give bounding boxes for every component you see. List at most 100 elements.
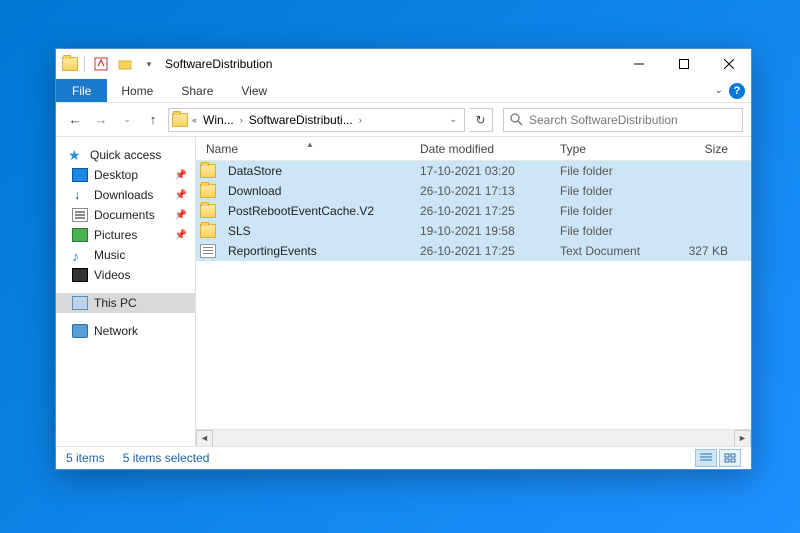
file-list: DataStore 17-10-2021 03:20 File folder D…: [196, 161, 751, 261]
file-type: File folder: [560, 184, 670, 198]
customize-qat-icon[interactable]: ▾: [139, 54, 159, 74]
pin-icon: 📌: [175, 170, 187, 181]
file-row[interactable]: ReportingEvents 26-10-2021 17:25 Text Do…: [196, 241, 751, 261]
address-dropdown-icon[interactable]: ⌄: [445, 114, 461, 125]
file-name: SLS: [222, 224, 420, 238]
status-item-count: 5 items: [66, 451, 105, 465]
nav-videos[interactable]: Videos: [56, 265, 195, 285]
nav-quick-access[interactable]: ★ Quick access: [56, 145, 195, 165]
pin-icon: 📌: [175, 190, 187, 201]
file-row[interactable]: PostRebootEventCache.V2 26-10-2021 17:25…: [196, 201, 751, 221]
home-tab[interactable]: Home: [107, 79, 167, 102]
search-icon: [510, 113, 523, 126]
column-header-name[interactable]: ▲ Name: [200, 142, 420, 156]
nav-label: This PC: [94, 296, 137, 310]
collapse-ribbon-icon[interactable]: ⌄: [715, 85, 723, 96]
sort-ascending-icon: ▲: [306, 140, 314, 149]
downloads-icon: [72, 188, 88, 202]
maximize-button[interactable]: [661, 49, 706, 79]
file-row[interactable]: DataStore 17-10-2021 03:20 File folder: [196, 161, 751, 181]
file-type: File folder: [560, 204, 670, 218]
details-view-button[interactable]: [695, 449, 717, 467]
scroll-right-icon[interactable]: ►: [734, 430, 751, 447]
refresh-button[interactable]: ↻: [469, 108, 493, 132]
video-icon: [72, 268, 88, 282]
new-folder-icon[interactable]: [115, 54, 135, 74]
scrollbar-track[interactable]: [213, 430, 734, 447]
file-size: 327 KB: [670, 244, 738, 258]
file-row[interactable]: Download 26-10-2021 17:13 File folder: [196, 181, 751, 201]
help-icon[interactable]: ?: [729, 83, 745, 99]
file-date: 17-10-2021 03:20: [420, 164, 560, 178]
search-input[interactable]: [529, 113, 736, 127]
nav-documents[interactable]: Documents 📌: [56, 205, 195, 225]
back-button[interactable]: ←: [64, 109, 86, 131]
folder-icon: [62, 57, 78, 71]
file-date: 26-10-2021 17:25: [420, 204, 560, 218]
large-icons-view-button[interactable]: [719, 449, 741, 467]
chevron-right-icon: ›: [240, 115, 243, 125]
ribbon: File Home Share View ⌄ ?: [56, 79, 751, 103]
quick-access-toolbar: ▾: [56, 54, 159, 74]
empty-area[interactable]: [196, 261, 751, 429]
folder-icon: [200, 204, 216, 218]
nav-music[interactable]: ♪ Music: [56, 245, 195, 265]
nav-network[interactable]: Network: [56, 321, 195, 341]
nav-label: Videos: [94, 268, 130, 282]
column-label: Name: [206, 142, 238, 156]
up-button[interactable]: ↑: [142, 109, 164, 131]
nav-label: Documents: [94, 208, 155, 222]
file-date: 26-10-2021 17:13: [420, 184, 560, 198]
network-icon: [72, 324, 88, 338]
nav-label: Desktop: [94, 168, 138, 182]
scroll-left-icon[interactable]: ◄: [196, 430, 213, 447]
nav-label: Quick access: [90, 148, 161, 162]
breadcrumb-segment[interactable]: Win...: [201, 113, 236, 127]
horizontal-scrollbar[interactable]: ◄ ►: [196, 429, 751, 446]
text-file-icon: [200, 244, 216, 258]
nav-desktop[interactable]: Desktop 📌: [56, 165, 195, 185]
file-date: 19-10-2021 19:58: [420, 224, 560, 238]
nav-pictures[interactable]: Pictures 📌: [56, 225, 195, 245]
this-pc-icon: [72, 296, 88, 310]
recent-locations-icon[interactable]: ⌄: [116, 109, 138, 131]
chevron-left-icon[interactable]: «: [192, 115, 197, 125]
breadcrumb-segment[interactable]: SoftwareDistributi...: [247, 113, 355, 127]
folder-icon: [200, 224, 216, 238]
pictures-icon: [72, 228, 88, 242]
forward-button[interactable]: →: [90, 109, 112, 131]
column-header-type[interactable]: Type: [560, 142, 670, 156]
document-icon: [72, 208, 88, 222]
nav-label: Downloads: [94, 188, 153, 202]
file-tab[interactable]: File: [56, 79, 107, 102]
column-headers: ▲ Name Date modified Type Size: [196, 137, 751, 161]
view-tab[interactable]: View: [227, 79, 281, 102]
nav-this-pc[interactable]: This PC: [56, 293, 195, 313]
minimize-button[interactable]: [616, 49, 661, 79]
share-tab[interactable]: Share: [167, 79, 227, 102]
address-bar[interactable]: « Win... › SoftwareDistributi... › ⌄: [168, 108, 465, 132]
explorer-window: ▾ SoftwareDistribution File Home Share V…: [55, 48, 752, 470]
content-pane: ▲ Name Date modified Type Size DataStore…: [196, 137, 751, 446]
file-name: ReportingEvents: [222, 244, 420, 258]
titlebar: ▾ SoftwareDistribution: [56, 49, 751, 79]
properties-icon[interactable]: [91, 54, 111, 74]
column-header-date[interactable]: Date modified: [420, 142, 560, 156]
close-button[interactable]: [706, 49, 751, 79]
music-icon: ♪: [72, 248, 88, 262]
star-icon: ★: [68, 148, 84, 162]
folder-icon: [200, 184, 216, 198]
window-title: SoftwareDistribution: [165, 57, 272, 71]
folder-icon: [200, 164, 216, 178]
chevron-right-icon[interactable]: ›: [359, 115, 362, 125]
nav-label: Music: [94, 248, 125, 262]
search-box[interactable]: [503, 108, 743, 132]
desktop-icon: [72, 168, 88, 182]
file-row[interactable]: SLS 19-10-2021 19:58 File folder: [196, 221, 751, 241]
nav-downloads[interactable]: Downloads 📌: [56, 185, 195, 205]
view-mode-buttons: [695, 449, 741, 467]
status-bar: 5 items 5 items selected: [56, 446, 751, 469]
status-selected-count: 5 items selected: [123, 451, 210, 465]
file-name: Download: [222, 184, 420, 198]
column-header-size[interactable]: Size: [670, 142, 738, 156]
